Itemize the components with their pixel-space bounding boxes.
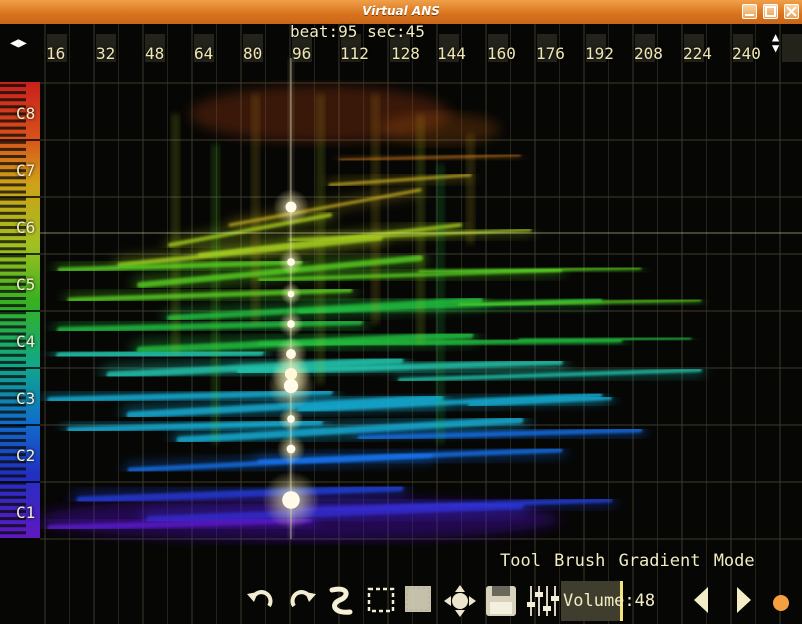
time-tick: 48 — [145, 44, 165, 63]
window-title: Virtual ANS — [362, 4, 440, 18]
painted-strokes — [40, 86, 706, 541]
minimize-icon — [745, 14, 754, 16]
time-tick: 64 — [194, 44, 214, 63]
octave-label: C8 — [16, 104, 36, 123]
time-tick: 32 — [96, 44, 116, 63]
time-tick: 160 — [487, 44, 516, 63]
save-icon[interactable] — [484, 584, 518, 618]
volume-value: 48 — [634, 591, 656, 611]
brush-icon[interactable] — [326, 584, 356, 618]
scroll-vertical-icon[interactable]: ▲ ▼ — [772, 31, 779, 54]
maximize-button[interactable] — [763, 4, 778, 19]
time-tick: 240 — [732, 44, 761, 63]
time-tick: 16 — [46, 44, 66, 63]
redo-icon[interactable] — [286, 584, 318, 616]
octave-label: C3 — [16, 389, 36, 408]
time-tick: 208 — [634, 44, 663, 63]
time-tick: 80 — [243, 44, 263, 63]
volume-label: Volume — [563, 591, 625, 611]
beat-info: beat:95 sec:45 — [290, 22, 425, 41]
octave-label: C7 — [16, 161, 36, 180]
tool-mode-label[interactable]: Tool Brush Gradient Mode — [500, 551, 755, 571]
time-tick: 128 — [391, 44, 420, 63]
select-icon[interactable] — [366, 584, 396, 614]
time-tick: 176 — [536, 44, 565, 63]
close-icon — [786, 6, 797, 17]
volume-readout: Volume:48 — [563, 591, 656, 611]
close-button[interactable] — [784, 4, 799, 19]
octave-label: C4 — [16, 332, 36, 351]
minimize-button[interactable] — [742, 4, 757, 19]
volume-slider[interactable]: Volume:48 — [561, 581, 684, 621]
maximize-icon — [765, 6, 776, 17]
fill-select-icon[interactable] — [403, 584, 435, 616]
time-tick: 144 — [437, 44, 466, 63]
move-icon[interactable] — [443, 584, 477, 618]
mixer-icon[interactable] — [525, 584, 559, 618]
record-icon[interactable] — [770, 584, 794, 616]
next-icon[interactable] — [733, 584, 755, 616]
octave-label: C1 — [16, 503, 36, 522]
time-tick: 224 — [683, 44, 712, 63]
time-tick: 192 — [585, 44, 614, 63]
undo-icon[interactable] — [245, 584, 277, 616]
spectrogram-canvas[interactable]: ◀▶ ▲ ▼ beat:95 sec:45 16 32 48 64 80 96 112 128 1… — [0, 22, 802, 624]
octave-label: C2 — [16, 446, 36, 465]
prev-icon[interactable] — [690, 584, 712, 616]
time-tick: 96 — [292, 44, 312, 63]
scroll-horizontal-icon[interactable]: ◀▶ — [10, 35, 27, 51]
time-tick: 112 — [340, 44, 369, 63]
octave-label: C6 — [16, 218, 36, 237]
octave-label: C5 — [16, 275, 36, 294]
spectrogram-drawing[interactable] — [0, 24, 802, 624]
